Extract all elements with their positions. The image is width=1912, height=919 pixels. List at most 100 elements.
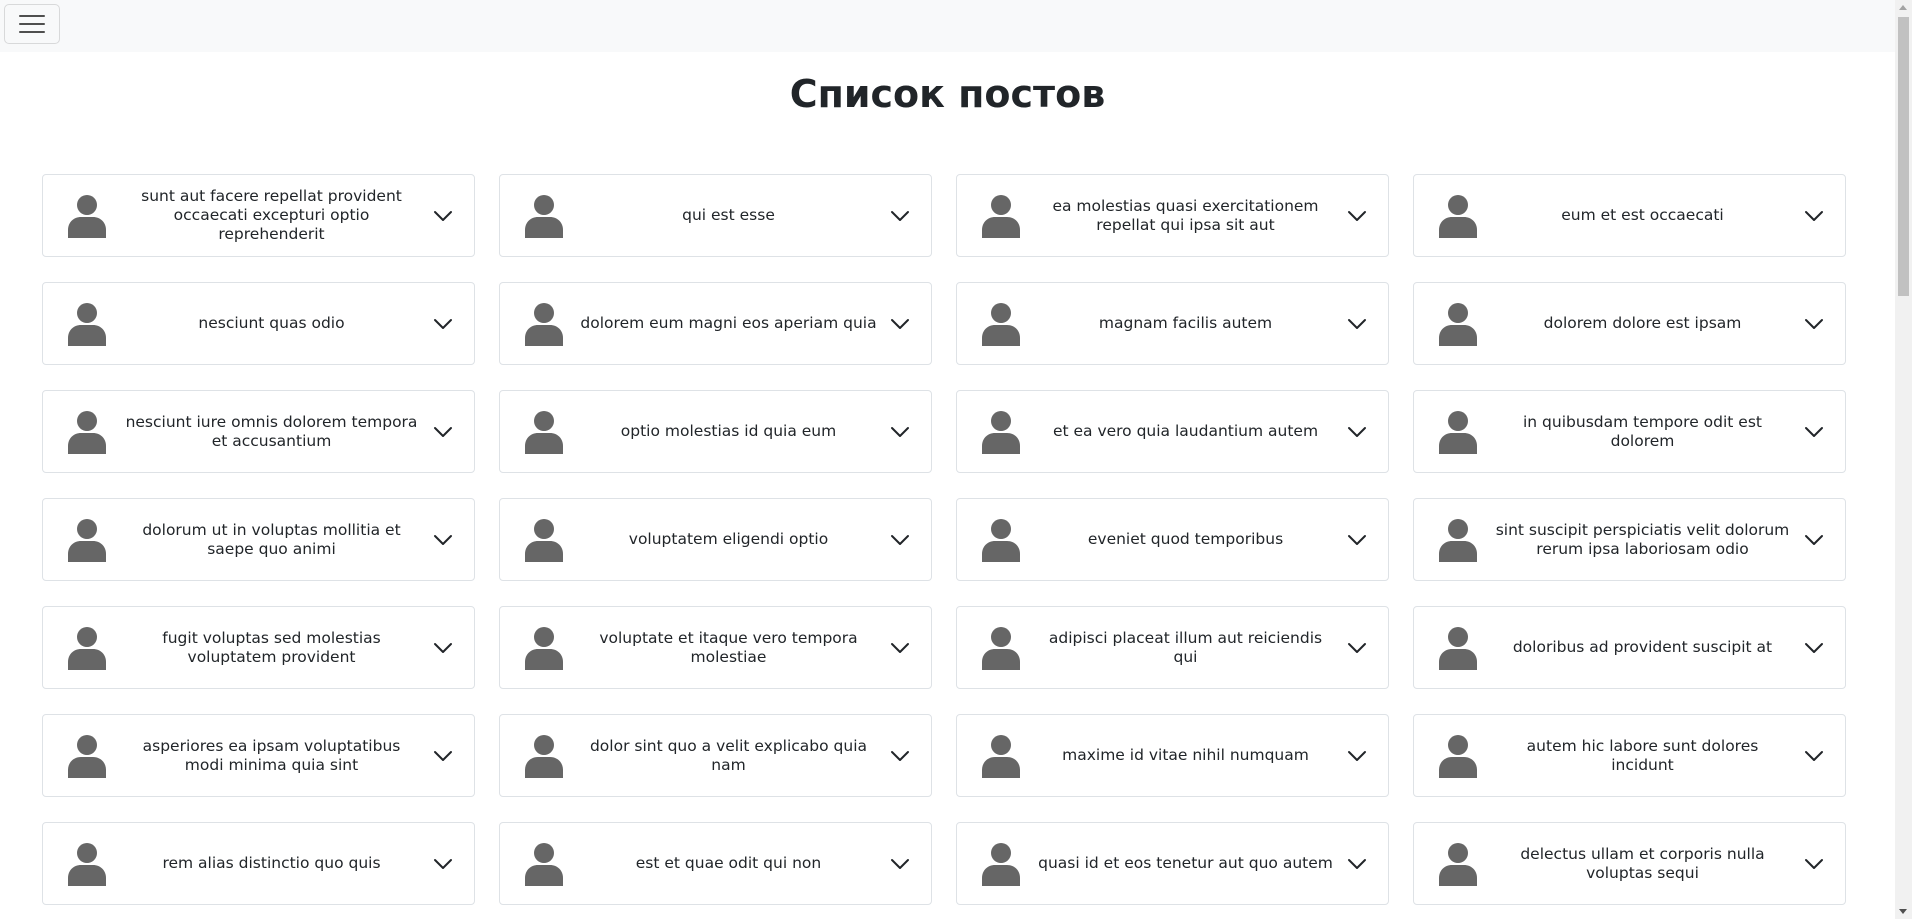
menu-toggle-button[interactable] <box>4 4 60 44</box>
user-avatar-icon <box>982 410 1020 454</box>
chevron-down-icon[interactable] <box>432 853 454 875</box>
top-navbar <box>0 0 1895 52</box>
page-title: Список постов <box>789 72 1106 116</box>
user-avatar-icon <box>982 518 1020 562</box>
post-title: nesciunt iure omnis dolorem tempora et a… <box>125 412 418 450</box>
post-title: sunt aut facere repellat provident occae… <box>141 187 402 243</box>
user-avatar-icon <box>1439 302 1477 346</box>
post-title: dolor sint quo a velit explicabo quia na… <box>589 736 868 774</box>
chevron-down-icon[interactable] <box>889 745 911 767</box>
user-avatar-icon <box>68 734 106 778</box>
post-card[interactable]: est et quae odit qui non <box>499 822 932 905</box>
user-avatar-icon <box>525 410 563 454</box>
post-title: asperiores ea ipsam voluptatibus modi mi… <box>142 736 401 774</box>
post-title: fugit voluptas sed molestias voluptatem … <box>162 628 381 666</box>
post-title: est et quae odit qui non <box>635 854 822 872</box>
user-avatar-icon <box>982 194 1020 238</box>
chevron-down-icon[interactable] <box>432 637 454 659</box>
post-card[interactable]: quasi id et eos tenetur aut quo autem <box>956 822 1389 905</box>
scroll-down-arrow-icon[interactable] <box>1899 909 1907 914</box>
post-card[interactable]: sint suscipit perspiciatis velit dolorum… <box>1413 498 1846 581</box>
post-card[interactable]: in quibusdam tempore odit est dolorem <box>1413 390 1846 473</box>
hamburger-menu-icon-bar <box>19 31 45 33</box>
user-avatar-icon <box>1439 734 1477 778</box>
chevron-down-icon[interactable] <box>1346 421 1368 443</box>
post-title: qui est esse <box>682 206 775 224</box>
post-card[interactable]: nesciunt iure omnis dolorem tempora et a… <box>42 390 475 473</box>
post-card[interactable]: fugit voluptas sed molestias voluptatem … <box>42 606 475 689</box>
post-card[interactable]: magnam facilis autem <box>956 282 1389 365</box>
chevron-down-icon[interactable] <box>1803 637 1825 659</box>
hamburger-menu-icon-bar <box>19 23 45 25</box>
scrollbar-thumb[interactable] <box>1898 17 1909 296</box>
post-card[interactable]: optio molestias id quia eum <box>499 390 932 473</box>
user-avatar-icon <box>982 842 1020 886</box>
post-card[interactable]: dolorem dolore est ipsam <box>1413 282 1846 365</box>
chevron-down-icon[interactable] <box>432 313 454 335</box>
user-avatar-icon <box>68 626 106 670</box>
post-card[interactable]: eum et est occaecati <box>1413 174 1846 257</box>
post-title: optio molestias id quia eum <box>620 422 837 440</box>
post-card[interactable]: et ea vero quia laudantium autem <box>956 390 1389 473</box>
chevron-down-icon[interactable] <box>1803 529 1825 551</box>
chevron-down-icon[interactable] <box>1803 421 1825 443</box>
post-card[interactable]: dolorem eum magni eos aperiam quia <box>499 282 932 365</box>
hamburger-menu-icon <box>19 15 45 17</box>
chevron-down-icon[interactable] <box>1346 637 1368 659</box>
post-title: doloribus ad provident suscipit at <box>1512 638 1773 656</box>
post-card[interactable]: voluptate et itaque vero tempora molesti… <box>499 606 932 689</box>
post-card[interactable]: rem alias distinctio quo quis <box>42 822 475 905</box>
post-card[interactable]: delectus ullam et corporis nulla volupta… <box>1413 822 1846 905</box>
post-title: autem hic labore sunt dolores incidunt <box>1526 736 1759 774</box>
post-title: in quibusdam tempore odit est dolorem <box>1523 412 1762 450</box>
chevron-down-icon[interactable] <box>432 421 454 443</box>
post-card[interactable]: nesciunt quas odio <box>42 282 475 365</box>
post-card[interactable]: dolorum ut in voluptas mollitia et saepe… <box>42 498 475 581</box>
post-title: voluptatem eligendi optio <box>628 530 829 548</box>
vertical-scrollbar[interactable] <box>1895 0 1912 919</box>
user-avatar-icon <box>68 410 106 454</box>
chevron-down-icon[interactable] <box>1346 313 1368 335</box>
post-title: maxime id vitae nihil numquam <box>1062 746 1309 764</box>
post-title: ea molestias quasi exercitationem repell… <box>1052 196 1319 234</box>
post-card[interactable]: adipisci placeat illum aut reiciendis qu… <box>956 606 1389 689</box>
chevron-down-icon[interactable] <box>432 205 454 227</box>
chevron-down-icon[interactable] <box>432 745 454 767</box>
scroll-up-arrow-icon[interactable] <box>1899 5 1907 10</box>
chevron-down-icon[interactable] <box>432 529 454 551</box>
post-card[interactable]: asperiores ea ipsam voluptatibus modi mi… <box>42 714 475 797</box>
user-avatar-icon <box>1439 410 1477 454</box>
chevron-down-icon[interactable] <box>889 529 911 551</box>
chevron-down-icon[interactable] <box>1346 205 1368 227</box>
chevron-down-icon[interactable] <box>889 313 911 335</box>
post-title: dolorum ut in voluptas mollitia et saepe… <box>142 520 401 558</box>
chevron-down-icon[interactable] <box>889 421 911 443</box>
user-avatar-icon <box>1439 842 1477 886</box>
chevron-down-icon[interactable] <box>1803 853 1825 875</box>
chevron-down-icon[interactable] <box>1346 745 1368 767</box>
post-title: et ea vero quia laudantium autem <box>1052 422 1319 440</box>
post-card[interactable]: sunt aut facere repellat provident occae… <box>42 174 475 257</box>
user-avatar-icon <box>68 194 106 238</box>
user-avatar-icon <box>982 734 1020 778</box>
chevron-down-icon[interactable] <box>889 853 911 875</box>
chevron-down-icon[interactable] <box>1803 745 1825 767</box>
chevron-down-icon[interactable] <box>1803 313 1825 335</box>
chevron-down-icon[interactable] <box>1346 529 1368 551</box>
user-avatar-icon <box>982 626 1020 670</box>
post-card[interactable]: qui est esse <box>499 174 932 257</box>
post-card[interactable]: dolor sint quo a velit explicabo quia na… <box>499 714 932 797</box>
user-avatar-icon <box>525 842 563 886</box>
post-card[interactable]: maxime id vitae nihil numquam <box>956 714 1389 797</box>
chevron-down-icon[interactable] <box>1803 205 1825 227</box>
post-card[interactable]: ea molestias quasi exercitationem repell… <box>956 174 1389 257</box>
post-title: nesciunt quas odio <box>198 314 345 332</box>
chevron-down-icon[interactable] <box>889 637 911 659</box>
post-title: eveniet quod temporibus <box>1087 530 1284 548</box>
post-card[interactable]: autem hic labore sunt dolores incidunt <box>1413 714 1846 797</box>
post-card[interactable]: doloribus ad provident suscipit at <box>1413 606 1846 689</box>
chevron-down-icon[interactable] <box>889 205 911 227</box>
post-card[interactable]: voluptatem eligendi optio <box>499 498 932 581</box>
chevron-down-icon[interactable] <box>1346 853 1368 875</box>
post-card[interactable]: eveniet quod temporibus <box>956 498 1389 581</box>
